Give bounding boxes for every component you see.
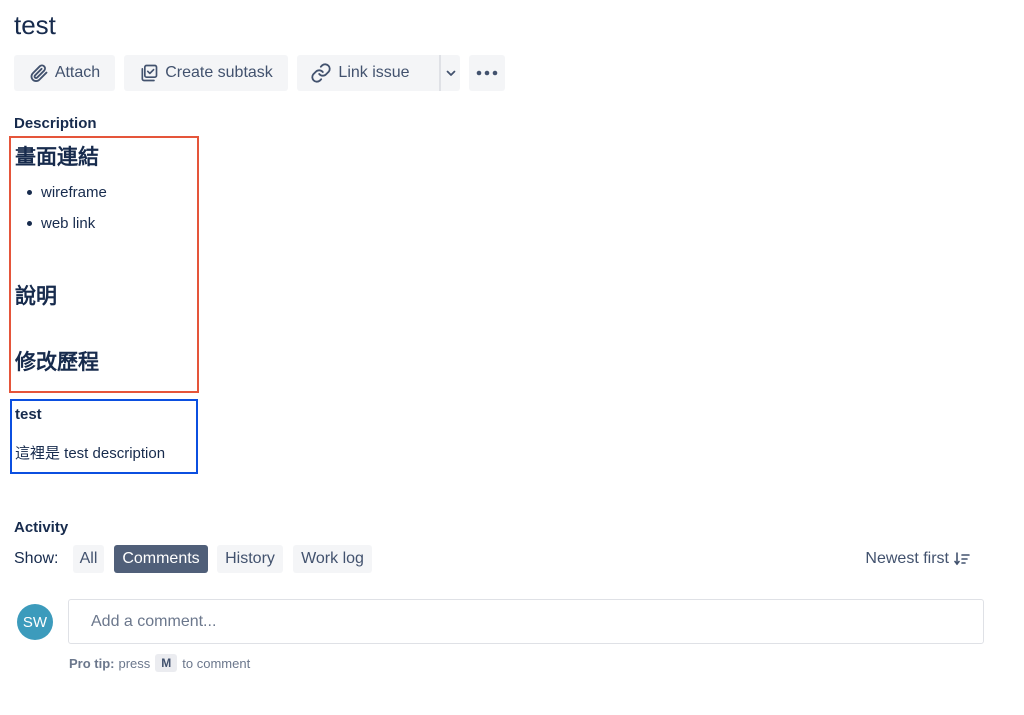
more-actions-button[interactable] — [469, 55, 505, 91]
issue-view: test Attach Create subtask Link issue De… — [0, 0, 1024, 715]
pro-tip: Pro tip: press M to comment — [69, 654, 250, 672]
more-icon — [476, 70, 498, 76]
description-test-text: 這裡是 test description — [15, 445, 166, 462]
avatar[interactable]: SW — [17, 604, 53, 640]
paperclip-icon — [30, 64, 48, 82]
filter-history-button[interactable]: History — [217, 545, 283, 573]
link-issue-button[interactable]: Link issue — [297, 55, 423, 91]
pro-tip-label: Pro tip: — [69, 655, 115, 671]
list-item-text: web link — [41, 215, 96, 232]
create-subtask-label: Create subtask — [165, 64, 273, 81]
activity-label: Activity — [14, 519, 69, 536]
show-label: Show: — [14, 550, 59, 567]
list-item-text: wireframe — [41, 184, 107, 201]
sort-icon — [954, 552, 970, 566]
create-subtask-button[interactable]: Create subtask — [124, 55, 288, 91]
filter-work-log-button[interactable]: Work log — [293, 545, 372, 573]
link-icon — [311, 63, 332, 83]
shortcut-key: M — [155, 654, 178, 672]
link-issue-dropdown-button[interactable] — [441, 55, 460, 91]
chevron-down-icon — [446, 70, 455, 76]
link-issue-button-edge — [423, 55, 439, 91]
pro-tip-suffix: to comment — [182, 655, 251, 671]
issue-title[interactable]: test — [14, 10, 56, 41]
bullet-icon — [27, 221, 32, 226]
sort-order-button[interactable]: Newest first — [865, 550, 970, 568]
link-issue-label: Link issue — [338, 64, 410, 81]
description-heading-revision-history: 修改歷程 — [15, 351, 99, 374]
attach-button[interactable]: Attach — [14, 55, 115, 91]
pro-tip-press: press — [118, 655, 151, 671]
description-label: Description — [14, 115, 97, 132]
list-item: web link — [27, 215, 95, 232]
description-heading-screen-links: 畫面連結 — [15, 146, 99, 169]
filter-comments-button[interactable]: Comments — [114, 545, 208, 573]
filter-all-button[interactable]: All — [73, 545, 104, 573]
list-item: wireframe — [27, 184, 107, 201]
description-test-heading: test — [15, 406, 42, 423]
comment-input[interactable] — [68, 599, 984, 644]
attach-label: Attach — [54, 64, 101, 81]
sort-order-label: Newest first — [865, 550, 949, 567]
subtask-icon — [141, 64, 158, 82]
description-heading-notes: 說明 — [15, 285, 57, 308]
bullet-icon — [27, 190, 32, 195]
